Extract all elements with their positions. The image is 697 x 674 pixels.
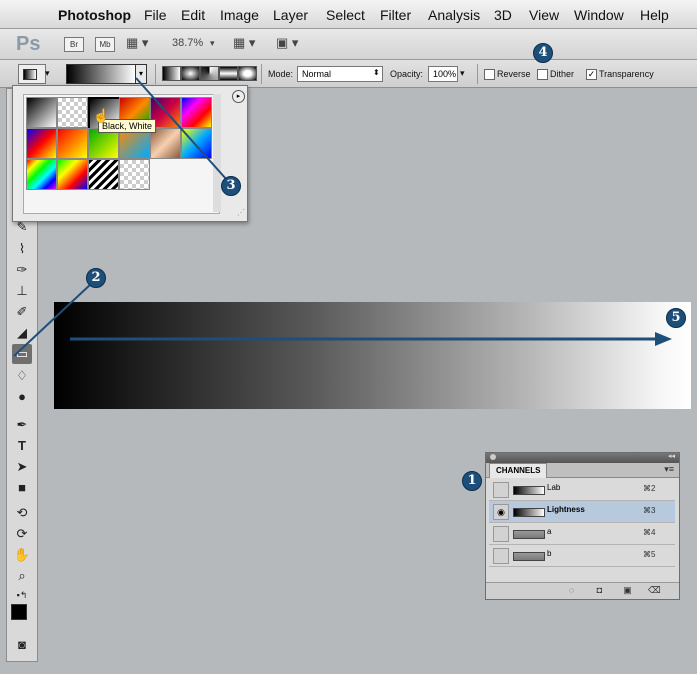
channel-thumbnail <box>513 530 545 539</box>
callout-3-leader-line <box>135 77 228 181</box>
channel-shortcut: ⌘4 <box>643 528 656 537</box>
load-selection-icon[interactable]: ◌ <box>566 585 577 596</box>
panel-title-bar[interactable]: ◂◂ <box>486 453 679 463</box>
collapse-panel-icon[interactable]: ◂◂ <box>668 452 675 460</box>
gradient-direction-arrowhead <box>655 332 672 346</box>
callout-4: 4 <box>533 43 553 63</box>
panel-footer: ◌ ◘ ▣ ⌫ <box>486 582 679 599</box>
channel-thumbnail <box>513 508 545 517</box>
callout-2: 2 <box>86 268 106 288</box>
tab-channels[interactable]: CHANNELS <box>489 463 548 478</box>
channel-name: Lightness <box>547 505 585 514</box>
visibility-toggle[interactable] <box>493 482 509 498</box>
channel-shortcut: ⌘5 <box>643 550 656 559</box>
new-channel-icon[interactable]: ▣ <box>622 585 633 596</box>
close-panel-icon[interactable] <box>490 454 496 460</box>
channel-name: Lab <box>547 483 561 492</box>
panel-menu-icon[interactable]: ▾≡ <box>664 464 674 475</box>
channels-panel: ◂◂ CHANNELS ▾≡ Lab ⌘2 ◉ Lightness ⌘3 a ⌘… <box>485 452 680 600</box>
visibility-toggle[interactable] <box>493 548 509 564</box>
channel-shortcut: ⌘3 <box>643 506 656 515</box>
save-selection-icon[interactable]: ◘ <box>594 585 605 596</box>
channel-shortcut: ⌘2 <box>643 484 656 493</box>
channel-thumbnail <box>513 486 545 495</box>
channel-name: b <box>547 549 552 558</box>
callout-1: 1 <box>462 471 482 491</box>
channel-name: a <box>547 527 552 536</box>
callout-3: 3 <box>221 176 241 196</box>
channel-row-a[interactable]: a ⌘4 <box>489 523 675 545</box>
channel-row-lightness[interactable]: ◉ Lightness ⌘3 <box>489 501 675 523</box>
callout-2-leader-line <box>13 282 93 357</box>
callout-5: 5 <box>666 308 686 328</box>
channel-row-lab[interactable]: Lab ⌘2 <box>489 479 675 501</box>
visibility-toggle[interactable] <box>493 526 509 542</box>
panel-tab-row: CHANNELS ▾≡ <box>486 463 679 478</box>
eye-icon[interactable]: ◉ <box>493 504 509 520</box>
channel-thumbnail <box>513 552 545 561</box>
channel-row-b[interactable]: b ⌘5 <box>489 545 675 567</box>
trash-icon[interactable]: ⌫ <box>648 585 661 596</box>
